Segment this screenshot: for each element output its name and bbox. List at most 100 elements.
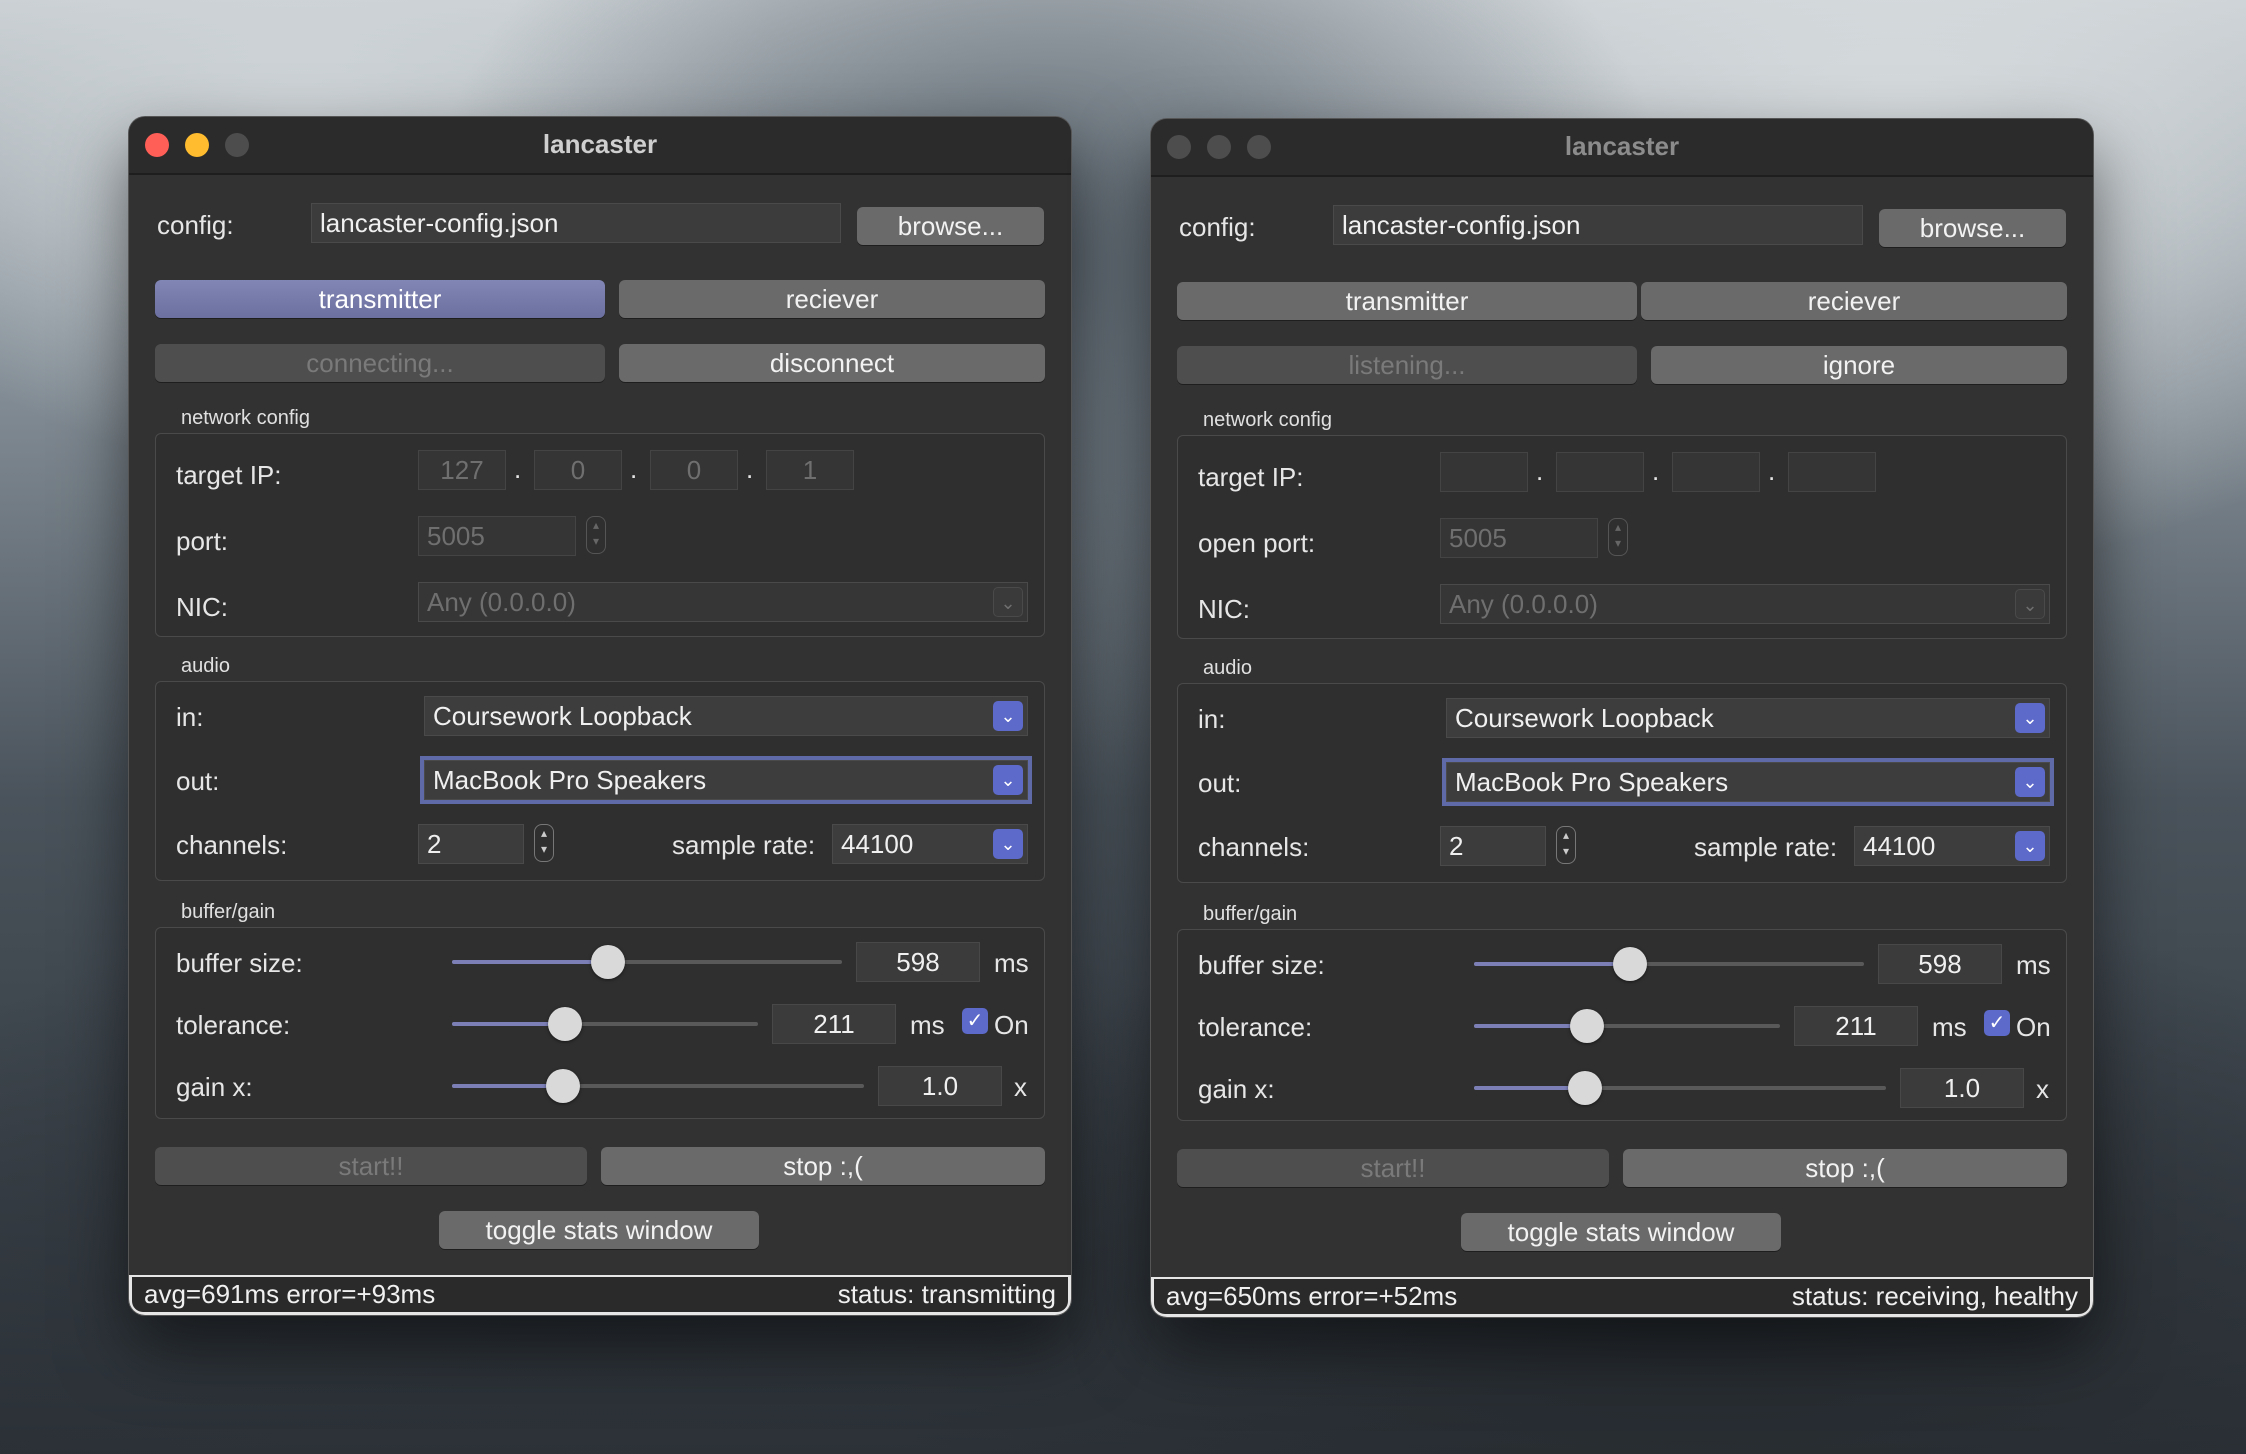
- ip-dot: .: [1536, 456, 1544, 486]
- sample-rate-select[interactable]: 44100 ⌄: [832, 824, 1028, 864]
- config-field[interactable]: lancaster-config.json: [311, 203, 841, 243]
- buffer-gain-heading: buffer/gain: [1203, 903, 1298, 925]
- ignore-button[interactable]: ignore: [1651, 346, 2067, 384]
- tab-transmitter[interactable]: transmitter: [1177, 282, 1637, 320]
- tolerance-slider[interactable]: [452, 1007, 758, 1041]
- audio-out-select[interactable]: MacBook Pro Speakers ⌄: [1442, 758, 2054, 806]
- window-title: lancaster: [1564, 131, 1680, 161]
- channels-field[interactable]: 2: [418, 824, 524, 864]
- up-down-stepper-icon[interactable]: ▴ ▾: [586, 516, 606, 554]
- tolerance-value[interactable]: 211: [1794, 1006, 1918, 1046]
- nic-select[interactable]: Any (0.0.0.0) ⌄: [418, 582, 1028, 622]
- toggle-stats-button[interactable]: toggle stats window: [1461, 1213, 1781, 1251]
- chevron-down-icon: ⌄: [2015, 589, 2045, 619]
- ip-octet-1[interactable]: [1440, 452, 1528, 492]
- tab-transmitter[interactable]: transmitter: [155, 280, 605, 318]
- buffer-gain-group: buffer size: 598 ms tolerance: 211 ms ✓ …: [1177, 929, 2067, 1121]
- ip-octet-3[interactable]: [1672, 452, 1760, 492]
- sample-rate-label: sample rate:: [672, 830, 816, 860]
- checkmark-icon: ✓: [966, 1010, 984, 1032]
- slider-knob[interactable]: [1613, 947, 1647, 981]
- connection-status-button: connecting...: [155, 344, 605, 382]
- title-bar[interactable]: lancaster: [1151, 119, 2093, 177]
- slider-knob[interactable]: [548, 1007, 583, 1041]
- status-text: status: receiving, healthy: [1791, 1281, 2078, 1311]
- nic-select-value: Any (0.0.0.0): [1449, 589, 1598, 619]
- ip-dot: .: [630, 454, 638, 484]
- sample-rate-select[interactable]: 44100 ⌄: [1854, 826, 2050, 866]
- slider-knob[interactable]: [591, 945, 625, 979]
- slider-fill: [452, 960, 608, 964]
- ip-octet-4[interactable]: [1788, 452, 1876, 492]
- start-button[interactable]: start!!: [155, 1147, 587, 1185]
- up-down-stepper-icon[interactable]: ▴ ▾: [1556, 826, 1576, 864]
- stop-button[interactable]: stop :,(: [601, 1147, 1045, 1185]
- ip-octet-4[interactable]: 1: [766, 450, 854, 490]
- buffer-unit: ms: [2016, 950, 2051, 980]
- nic-label: NIC:: [1198, 594, 1250, 624]
- tolerance-value[interactable]: 211: [772, 1004, 896, 1044]
- buffer-gain-group: buffer size: 598 ms tolerance: 211 ms ✓ …: [155, 927, 1045, 1119]
- audio-in-label: in:: [1198, 704, 1226, 734]
- up-down-stepper-icon[interactable]: ▴ ▾: [534, 824, 554, 862]
- ip-octet-1[interactable]: 127: [418, 450, 506, 490]
- port-label: open port:: [1198, 528, 1316, 558]
- ip-octet-2[interactable]: 0: [534, 450, 622, 490]
- connection-status-button: listening...: [1177, 346, 1637, 384]
- ip-dot: .: [1652, 456, 1660, 486]
- tolerance-checkbox[interactable]: ✓: [962, 1008, 988, 1034]
- tolerance-slider[interactable]: [1474, 1009, 1780, 1043]
- tolerance-label: tolerance:: [176, 1010, 291, 1040]
- nic-select[interactable]: Any (0.0.0.0) ⌄: [1440, 584, 2050, 624]
- browse-button[interactable]: browse...: [857, 207, 1044, 245]
- browse-button[interactable]: browse...: [1879, 209, 2066, 247]
- gain-value[interactable]: 1.0: [878, 1066, 1002, 1106]
- start-button[interactable]: start!!: [1177, 1149, 1609, 1187]
- stop-button[interactable]: stop :,(: [1623, 1149, 2067, 1187]
- gain-slider[interactable]: [1474, 1071, 1886, 1105]
- title-bar[interactable]: lancaster: [129, 117, 1071, 175]
- chevron-down-icon: ⌄: [2015, 831, 2045, 861]
- network-config-group: target IP: . . . open port: 5005 ▴ ▾ NIC:…: [1177, 435, 2067, 639]
- ip-octet-3[interactable]: 0: [650, 450, 738, 490]
- toggle-stats-button[interactable]: toggle stats window: [439, 1211, 759, 1249]
- audio-out-select[interactable]: MacBook Pro Speakers ⌄: [420, 756, 1032, 804]
- tab-receiver[interactable]: reciever: [1641, 282, 2067, 320]
- disconnect-button[interactable]: disconnect: [619, 344, 1045, 382]
- stats-text: avg=650ms error=+52ms: [1166, 1281, 1458, 1311]
- sample-rate-value: 44100: [1863, 831, 1936, 861]
- gain-value[interactable]: 1.0: [1900, 1068, 2024, 1108]
- nic-label: NIC:: [176, 592, 228, 622]
- tab-receiver[interactable]: reciever: [619, 280, 1045, 318]
- gain-slider[interactable]: [452, 1069, 864, 1103]
- buffer-size-slider[interactable]: [1474, 947, 1864, 981]
- slider-knob[interactable]: [1568, 1071, 1603, 1105]
- slider-knob[interactable]: [546, 1069, 581, 1103]
- ip-octet-2[interactable]: [1556, 452, 1644, 492]
- slider-knob[interactable]: [1570, 1009, 1605, 1043]
- audio-out-label: out:: [1198, 768, 1242, 798]
- network-config-heading: network config: [1203, 409, 1332, 431]
- buffer-size-value[interactable]: 598: [856, 942, 980, 982]
- tolerance-checkbox[interactable]: ✓: [1984, 1010, 2010, 1036]
- sample-rate-value: 44100: [841, 829, 914, 859]
- config-label: config:: [1179, 212, 1256, 242]
- chevron-down-icon: ⌄: [993, 765, 1023, 795]
- receiver-window: lancaster config: lancaster-config.json …: [1151, 119, 2093, 1317]
- audio-in-select[interactable]: Coursework Loopback ⌄: [424, 696, 1028, 736]
- config-field[interactable]: lancaster-config.json: [1333, 205, 1863, 245]
- tolerance-on-label: On: [2016, 1012, 2051, 1042]
- port-label: port:: [176, 526, 229, 556]
- buffer-size-value[interactable]: 598: [1878, 944, 2002, 984]
- channels-field[interactable]: 2: [1440, 826, 1546, 866]
- buffer-size-label: buffer size:: [1198, 950, 1325, 980]
- tolerance-label: tolerance:: [1198, 1012, 1313, 1042]
- status-bar: avg=691ms error=+93ms status: transmitti…: [129, 1275, 1071, 1315]
- up-down-stepper-icon[interactable]: ▴ ▾: [1608, 518, 1628, 556]
- port-field[interactable]: 5005: [1440, 518, 1598, 558]
- sample-rate-label: sample rate:: [1694, 832, 1838, 862]
- audio-in-select[interactable]: Coursework Loopback ⌄: [1446, 698, 2050, 738]
- port-field[interactable]: 5005: [418, 516, 576, 556]
- transmitter-window: lancaster config: lancaster-config.json …: [129, 117, 1071, 1315]
- buffer-size-slider[interactable]: [452, 945, 842, 979]
